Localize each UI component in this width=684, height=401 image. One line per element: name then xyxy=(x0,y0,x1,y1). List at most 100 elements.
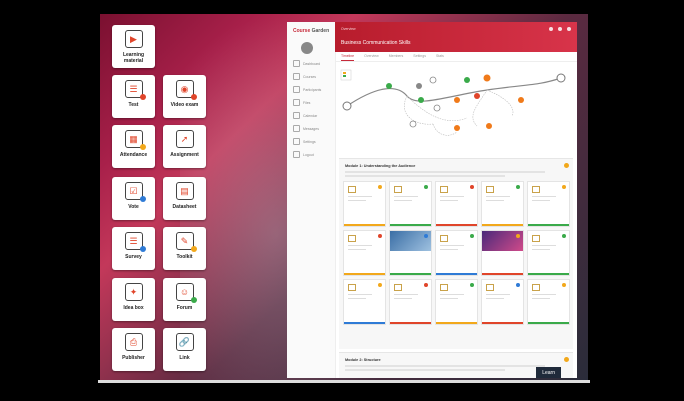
tab-settings[interactable]: Settings xyxy=(413,52,426,61)
path-node[interactable] xyxy=(474,93,480,99)
activity-card[interactable] xyxy=(435,230,478,276)
path-node[interactable] xyxy=(518,97,524,103)
status-dot-icon xyxy=(378,283,382,287)
path-node[interactable] xyxy=(454,125,460,131)
activity-icon xyxy=(348,235,356,242)
tile-label: Publisher xyxy=(122,355,145,361)
activity-card[interactable] xyxy=(389,230,432,276)
activity-card[interactable] xyxy=(343,181,386,227)
status-dot-icon xyxy=(562,283,566,287)
tile-label: Forum xyxy=(176,305,193,311)
activity-icon xyxy=(348,284,356,291)
app-logo[interactable]: Course Garden xyxy=(293,28,335,34)
status-dot-icon xyxy=(516,234,520,238)
path-node[interactable] xyxy=(342,101,352,111)
avatar[interactable] xyxy=(301,42,313,54)
status-dot-icon xyxy=(516,283,520,287)
activity-icon xyxy=(440,235,448,242)
activity-card[interactable] xyxy=(343,230,386,276)
activity-icon xyxy=(394,284,402,291)
tile-assignment[interactable]: ➚ Assignment xyxy=(163,125,206,168)
path-node[interactable] xyxy=(433,104,441,112)
sidebar-item-courses[interactable]: Courses xyxy=(293,73,335,80)
path-node[interactable] xyxy=(386,83,392,89)
path-node[interactable] xyxy=(418,97,424,103)
sidebar-item-messages[interactable]: Messages xyxy=(293,125,335,132)
activity-card[interactable] xyxy=(389,279,432,325)
page-title: Business Communication Skills xyxy=(341,40,411,46)
breadcrumb[interactable]: Overview xyxy=(341,27,356,31)
activity-card[interactable] xyxy=(389,181,432,227)
tab-bar: Timeline Overview Members Settings Stats xyxy=(335,52,577,62)
activity-card[interactable] xyxy=(343,279,386,325)
tile-learning-material[interactable]: ▶ Learning material xyxy=(112,25,155,68)
activity-icon xyxy=(440,186,448,193)
sidebar-item-participants[interactable]: Participants xyxy=(293,86,335,93)
tile-test[interactable]: ☰ Test xyxy=(112,75,155,118)
tile-label: Video exam xyxy=(170,102,199,108)
tile-survey[interactable]: ☰ Survey xyxy=(112,227,155,270)
tile-label: Link xyxy=(179,355,190,361)
status-dot-icon xyxy=(470,185,474,189)
sidebar-item-settings[interactable]: Settings xyxy=(293,138,335,145)
sidebar-item-logout[interactable]: Logout xyxy=(293,151,335,158)
tab-stats[interactable]: Stats xyxy=(436,52,444,61)
bell-icon[interactable] xyxy=(558,27,562,31)
course-header: Overview Business Communication Skills xyxy=(335,22,577,52)
user-icon[interactable] xyxy=(567,27,571,31)
sidebar-item-files[interactable]: Files xyxy=(293,99,335,106)
status-dot-icon xyxy=(470,283,474,287)
path-node[interactable] xyxy=(454,97,460,103)
screen-bottom-bar xyxy=(98,380,590,383)
sidebar-item-label: Messages xyxy=(303,126,319,131)
path-node[interactable] xyxy=(483,74,491,82)
path-node[interactable] xyxy=(556,73,566,83)
learn-button[interactable]: Learn xyxy=(536,367,561,378)
activity-card[interactable] xyxy=(481,181,524,227)
play-icon: ▶ xyxy=(124,30,143,48)
status-dot-icon xyxy=(562,185,566,189)
activity-card[interactable] xyxy=(481,279,524,325)
activity-icon xyxy=(348,186,356,193)
path-node[interactable] xyxy=(429,76,437,84)
search-icon[interactable] xyxy=(549,27,553,31)
activity-card[interactable] xyxy=(527,279,570,325)
path-node[interactable] xyxy=(464,77,470,83)
tile-video-exam[interactable]: ◉ Video exam xyxy=(163,75,206,118)
activity-card[interactable] xyxy=(527,181,570,227)
tab-timeline[interactable]: Timeline xyxy=(341,52,355,61)
sidebar-item-dashboard[interactable]: Dashboard xyxy=(293,60,335,67)
learning-path-diagram xyxy=(340,69,566,136)
activity-icon xyxy=(532,284,540,291)
tile-toolkit[interactable]: ✎ Toolkit xyxy=(163,227,206,270)
status-dot-icon xyxy=(424,185,428,189)
tile-idea-box[interactable]: ✦ Idea box xyxy=(112,278,155,321)
tile-forum[interactable]: ☺ Forum xyxy=(163,278,206,321)
path-node[interactable] xyxy=(409,120,417,128)
tab-members[interactable]: Members xyxy=(389,52,404,61)
module-section-1: Module 1: Understanding the Audience xyxy=(339,158,573,349)
tile-attendance[interactable]: ▦ Attendance xyxy=(112,125,155,168)
nav-icon xyxy=(293,86,300,93)
activity-icon xyxy=(440,284,448,291)
activity-card[interactable] xyxy=(527,230,570,276)
activity-card[interactable] xyxy=(435,279,478,325)
path-node[interactable] xyxy=(416,83,422,89)
test-icon: ☰ xyxy=(124,80,146,100)
tile-label: Toolkit xyxy=(176,254,193,260)
sidebar-item-label: Calendar xyxy=(303,113,318,118)
nav-icon xyxy=(293,138,300,145)
activity-card[interactable] xyxy=(481,230,524,276)
path-node[interactable] xyxy=(486,123,492,129)
publisher-icon: ⎙ xyxy=(124,333,143,351)
tile-publisher[interactable]: ⎙ Publisher xyxy=(112,328,155,371)
activity-card[interactable] xyxy=(435,181,478,227)
tab-overview[interactable]: Overview xyxy=(364,52,379,61)
tile-label: Test xyxy=(128,102,139,108)
sidebar-item-calendar[interactable]: Calendar xyxy=(293,112,335,119)
activity-icon xyxy=(394,186,402,193)
status-dot-icon xyxy=(516,185,520,189)
tile-datasheet[interactable]: ▤ Datasheet xyxy=(163,177,206,220)
tile-vote[interactable]: ☑ Vote xyxy=(112,177,155,220)
tile-link[interactable]: 🔗 Link xyxy=(163,328,206,371)
